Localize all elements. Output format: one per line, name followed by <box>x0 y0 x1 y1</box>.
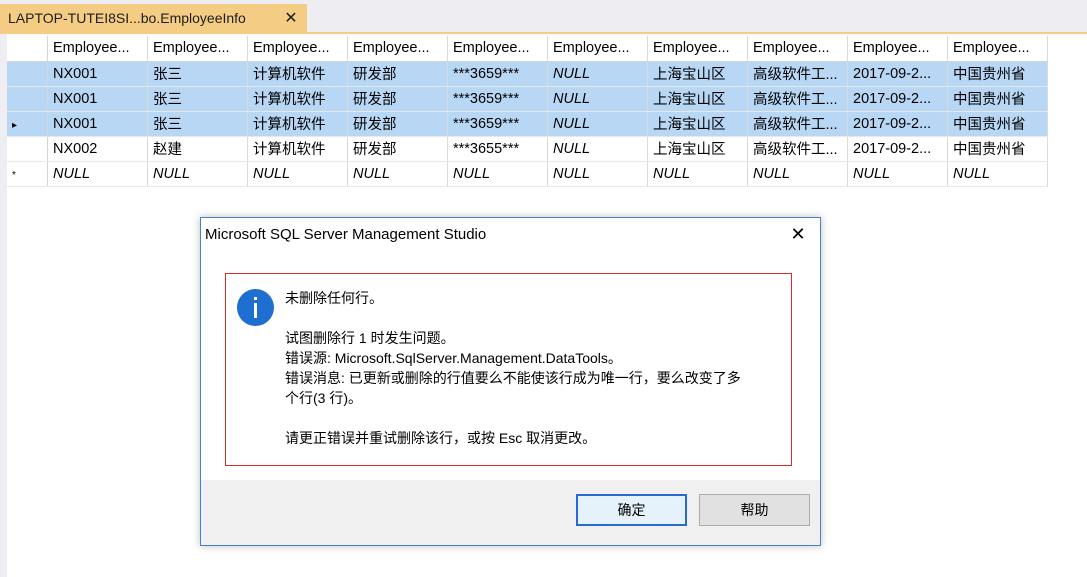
table-cell[interactable]: 2017-09-2... <box>847 111 948 137</box>
message-source: 错误源: Microsoft.SqlServer.Management.Data… <box>285 350 622 366</box>
column-header[interactable]: Employee... <box>647 36 748 62</box>
table-cell[interactable]: 2017-09-2... <box>847 136 948 162</box>
column-header[interactable]: Employee... <box>147 36 248 62</box>
error-dialog: Microsoft SQL Server Management Studio ✕… <box>200 217 821 546</box>
table-cell[interactable]: NULL <box>247 161 348 187</box>
row-indicator: * <box>12 169 16 181</box>
table-cell[interactable]: ***3659*** <box>447 61 548 87</box>
table-cell[interactable]: 上海宝山区 <box>647 86 748 112</box>
table-row[interactable]: NX001 张三 计算机软件 研发部 ***3659*** NULL 上海宝山区 高级软件工.… <box>7 86 1048 112</box>
row-selector[interactable]: * <box>7 161 48 187</box>
row-selector[interactable] <box>7 61 48 87</box>
grid-left-margin <box>0 34 7 577</box>
column-header[interactable]: Employee... <box>547 36 648 62</box>
ok-button[interactable]: 确定 <box>576 494 687 526</box>
table-row[interactable]: NX002 赵建 计算机软件 研发部 ***3655*** NULL 上海宝山区 高级软件工.… <box>7 136 1048 162</box>
table-cell[interactable]: 高级软件工... <box>747 61 848 87</box>
message-area: 未删除任何行。 试图删除行 1 时发生问题。 错误源: Microsoft.Sq… <box>225 273 792 466</box>
table-cell[interactable]: 赵建 <box>147 136 248 162</box>
table-row[interactable]: * NULL NULL NULL NULL NULL NULL NULL NULL NULL NUL… <box>7 161 1048 187</box>
table-cell[interactable]: NX002 <box>47 136 148 162</box>
table-cell[interactable]: NULL <box>547 161 648 187</box>
table-cell[interactable]: 计算机软件 <box>247 136 348 162</box>
dialog-button-bar: 确定 帮助 <box>201 480 820 545</box>
help-button[interactable]: 帮助 <box>699 494 810 526</box>
table-cell[interactable]: 高级软件工... <box>747 111 848 137</box>
table-cell[interactable]: NULL <box>747 161 848 187</box>
table-cell[interactable]: 张三 <box>147 86 248 112</box>
column-header[interactable]: Employee... <box>347 36 448 62</box>
table-cell[interactable]: 上海宝山区 <box>647 136 748 162</box>
document-tab-strip: LAPTOP-TUTEI8SI...bo.EmployeeInfo ✕ <box>0 0 1087 34</box>
column-header[interactable]: Employee... <box>747 36 848 62</box>
table-cell[interactable]: NX001 <box>47 61 148 87</box>
table-cell[interactable]: NULL <box>947 161 1048 187</box>
table-cell[interactable]: 张三 <box>147 61 248 87</box>
table-cell[interactable]: ***3659*** <box>447 86 548 112</box>
table-cell[interactable]: 2017-09-2... <box>847 86 948 112</box>
table-cell[interactable]: 研发部 <box>347 111 448 137</box>
close-icon[interactable]: ✕ <box>282 9 300 27</box>
table-cell[interactable]: 中国贵州省 <box>947 136 1048 162</box>
table-cell[interactable]: NX001 <box>47 111 148 137</box>
message-error: 错误消息: 已更新或删除的行值要么不能使该行成为唯一行，要么改变了多 <box>285 370 741 386</box>
table-cell[interactable]: NULL <box>347 161 448 187</box>
table-cell[interactable]: 研发部 <box>347 61 448 87</box>
column-header[interactable]: Employee... <box>47 36 148 62</box>
row-selector[interactable] <box>7 86 48 112</box>
table-cell[interactable]: NULL <box>547 111 648 137</box>
table-cell[interactable]: 中国贵州省 <box>947 61 1048 87</box>
table-cell[interactable]: 中国贵州省 <box>947 111 1048 137</box>
row-selector[interactable]: ▸ <box>7 111 48 137</box>
table-cell[interactable]: NULL <box>47 161 148 187</box>
table-cell[interactable]: 2017-09-2... <box>847 61 948 87</box>
dialog-title: Microsoft SQL Server Management Studio <box>205 226 487 243</box>
table-cell[interactable]: ***3655*** <box>447 136 548 162</box>
document-tab-title: LAPTOP-TUTEI8SI...bo.EmployeeInfo <box>8 10 246 26</box>
row-indicator: ▸ <box>12 119 18 131</box>
message-summary: 未删除任何行。 <box>285 290 383 306</box>
message-instruction: 请更正错误并重试删除该行，或按 Esc 取消更改。 <box>285 430 597 446</box>
select-all-corner[interactable] <box>7 36 48 62</box>
table-cell[interactable]: 计算机软件 <box>247 61 348 87</box>
column-header[interactable]: Employee... <box>247 36 348 62</box>
table-cell[interactable]: 计算机软件 <box>247 111 348 137</box>
column-header[interactable]: Employee... <box>847 36 948 62</box>
table-cell[interactable]: 高级软件工... <box>747 86 848 112</box>
document-tab[interactable]: LAPTOP-TUTEI8SI...bo.EmployeeInfo ✕ <box>0 4 307 34</box>
table-cell[interactable]: NULL <box>847 161 948 187</box>
table-cell[interactable]: 上海宝山区 <box>647 111 748 137</box>
message-text: 未删除任何行。 试图删除行 1 时发生问题。 错误源: Microsoft.Sq… <box>285 288 780 448</box>
row-selector[interactable] <box>7 136 48 162</box>
table-cell[interactable]: 研发部 <box>347 136 448 162</box>
table-row[interactable]: NX001 张三 计算机软件 研发部 ***3659*** NULL 上海宝山区 高级软件工.… <box>7 61 1048 87</box>
table-cell[interactable]: NULL <box>647 161 748 187</box>
table-cell[interactable]: 上海宝山区 <box>647 61 748 87</box>
table-cell[interactable]: NULL <box>547 136 648 162</box>
header-row: Employee... Employee... Employee... Employe… <box>7 36 1048 62</box>
table-cell[interactable]: NX001 <box>47 86 148 112</box>
table-row[interactable]: ▸ NX001 张三 计算机软件 研发部 ***3659*** NULL 上海宝山区 高级软件工… <box>7 111 1048 137</box>
table-cell[interactable]: NULL <box>547 61 648 87</box>
table-cell[interactable]: 计算机软件 <box>247 86 348 112</box>
table-cell[interactable]: 张三 <box>147 111 248 137</box>
info-icon <box>237 289 274 326</box>
table-cell[interactable]: 高级软件工... <box>747 136 848 162</box>
close-icon[interactable]: ✕ <box>785 224 811 246</box>
message-problem: 试图删除行 1 时发生问题。 <box>285 330 455 346</box>
data-table: Employee... Employee... Employee... Employe… <box>7 36 1048 187</box>
table-cell[interactable]: 中国贵州省 <box>947 86 1048 112</box>
table-cell[interactable]: NULL <box>447 161 548 187</box>
table-cell[interactable]: ***3659*** <box>447 111 548 137</box>
table-cell[interactable]: 研发部 <box>347 86 448 112</box>
column-header[interactable]: Employee... <box>947 36 1048 62</box>
table-cell[interactable]: NULL <box>147 161 248 187</box>
column-header[interactable]: Employee... <box>447 36 548 62</box>
table-cell[interactable]: NULL <box>547 86 648 112</box>
message-error-cont: 个行(3 行)。 <box>285 390 362 406</box>
